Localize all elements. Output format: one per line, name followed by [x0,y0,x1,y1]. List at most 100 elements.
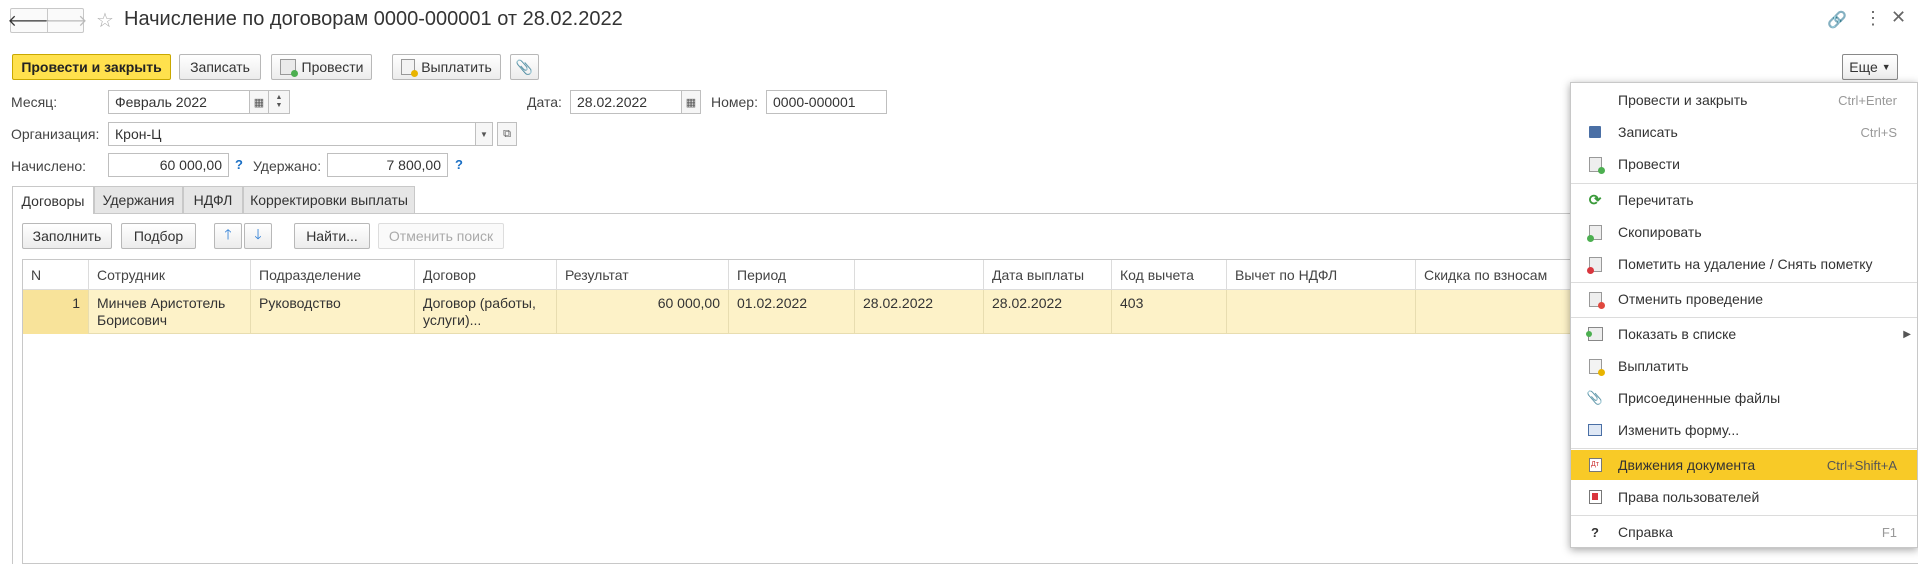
menu-item-unpost[interactable]: Отменить проведение [1571,284,1917,314]
page-title: Начисление по договорам 0000-000001 от 2… [124,8,623,30]
cancel-search-button[interactable]: Отменить поиск [378,223,504,249]
menu-item-reread[interactable]: ⟳ Перечитать [1571,185,1917,215]
tab-contracts[interactable]: Договоры [12,186,94,214]
menu-item-shortcut: F1 [1881,524,1897,540]
attach-button[interactable]: 📎 [510,54,539,80]
organization-open-button[interactable]: ⧉ [497,122,517,146]
paperclip-icon: 📎 [1586,390,1604,405]
close-icon[interactable]: ✕ [1891,7,1906,28]
cell-department[interactable]: Руководство [251,290,415,334]
col-period[interactable]: Период [729,260,855,290]
open-icon: ⧉ [503,127,511,140]
stepper-up-icon: ▲ [275,94,283,101]
calendar-icon: ▦ [685,96,697,109]
unpost-icon [1587,291,1605,309]
menu-separator [1571,282,1917,283]
menu-item-save[interactable]: Записать Ctrl+S [1571,117,1917,147]
withheld-help-icon[interactable]: ? [455,157,463,172]
col-period-end[interactable] [855,260,984,290]
cell-deduction-code[interactable]: 403 [1112,290,1227,334]
pay-icon [1587,358,1605,376]
menu-item-pay[interactable]: Выплатить [1571,351,1917,381]
col-ndfl-deduction[interactable]: Вычет по НДФЛ [1227,260,1416,290]
organization-field[interactable]: Крон-Ц [108,122,476,146]
menu-item-mark-delete[interactable]: Пометить на удаление / Снять пометку [1571,249,1917,279]
menu-item-post-and-close[interactable]: Провести и закрыть Ctrl+Enter [1571,85,1917,115]
col-result[interactable]: Результат [557,260,729,290]
tab-withholdings[interactable]: Удержания [94,186,183,213]
list-icon [1585,326,1603,342]
menu-item-label: Скопировать [1618,224,1702,240]
withheld-field: 7 800,00 [327,153,448,177]
date-field[interactable]: 28.02.2022 [570,90,682,114]
find-button[interactable]: Найти... [294,223,370,249]
cell-ndfl-deduction[interactable] [1227,290,1416,334]
pick-button[interactable]: Подбор [121,223,196,249]
menu-item-label: Права пользователей [1618,489,1760,505]
menu-item-label: Провести [1618,156,1680,172]
help-icon: ? [1591,524,1599,540]
more-button[interactable]: Еще ▼ [1842,54,1898,80]
post-icon [1587,156,1605,174]
refresh-icon: ⟳ [1588,192,1602,209]
pay-button[interactable]: Выплатить [392,54,501,80]
menu-item-show-in-list[interactable]: Показать в списке ▶ [1571,319,1917,349]
more-vertical-icon[interactable]: ⋮ [1864,8,1882,29]
cell-period[interactable]: 01.02.2022 [729,290,855,334]
organization-dropdown-button[interactable]: ▼ [475,122,493,146]
cell-employee[interactable]: Минчев Аристотель Борисович [89,290,251,334]
col-payment-date[interactable]: Дата выплаты [984,260,1112,290]
col-n[interactable]: N [23,260,89,290]
menu-item-document-movements[interactable]: Дт Движения документа Ctrl+Shift+A [1571,450,1917,480]
save-button[interactable]: Записать [179,54,261,80]
menu-item-change-form[interactable]: Изменить форму... [1571,415,1917,445]
month-field[interactable]: Февраль 2022 [108,90,250,114]
menu-item-help[interactable]: ? Справка F1 [1571,517,1917,547]
stepper-down-icon: ▼ [275,102,283,109]
accrued-label: Начислено: [11,158,87,174]
more-menu: Провести и закрыть Ctrl+Enter Записать C… [1570,82,1918,548]
tab-payment-corrections[interactable]: Корректировки выплаты [243,186,415,213]
copy-icon [1586,224,1603,242]
star-icon[interactable]: ☆ [96,8,114,33]
col-employee[interactable]: Сотрудник [89,260,251,290]
menu-item-copy[interactable]: Скопировать [1571,217,1917,247]
cell-payment-date[interactable]: 28.02.2022 [984,290,1112,334]
chevron-right-icon: ▶ [1903,328,1911,340]
menu-item-attached-files[interactable]: 📎 Присоединенные файлы [1571,383,1917,413]
number-field[interactable]: 0000-000001 [766,90,887,114]
cell-contract[interactable]: Договор (работы, услуги)... [415,290,557,334]
menu-item-shortcut: Ctrl+Shift+A [1826,457,1897,473]
col-deduction-code[interactable]: Код вычета [1112,260,1227,290]
movements-icon: Дт [1587,457,1603,473]
menu-item-post[interactable]: Провести [1571,149,1917,179]
link-icon[interactable]: 🔗 [1827,10,1847,30]
cell-n[interactable]: 1 [23,290,89,334]
menu-separator [1571,183,1917,184]
accrued-help-icon[interactable]: ? [235,157,243,172]
move-down-button[interactable]: 🡓 [244,223,272,249]
date-calendar-button[interactable]: ▦ [681,90,701,114]
paperclip-icon: 📎 [515,58,534,75]
menu-item-user-rights[interactable]: Права пользователей [1571,482,1917,512]
move-up-button[interactable]: 🡑 [214,223,242,249]
tab-ndfl[interactable]: НДФЛ [183,186,243,213]
calendar-button[interactable]: ▦ [249,90,269,114]
post-button-label: Провести [301,59,364,75]
cell-period-end[interactable]: 28.02.2022 [855,290,984,334]
back-button[interactable]: 🡐 [8,9,50,32]
withheld-label: Удержано: [253,158,322,174]
col-contract[interactable]: Договор [415,260,557,290]
arrow-right-icon: 🡒 [44,13,88,30]
number-label: Номер: [711,94,758,110]
fill-button[interactable]: Заполнить [22,223,112,249]
accrued-field: 60 000,00 [108,153,229,177]
month-stepper[interactable]: ▲ ▼ [268,90,290,114]
post-button[interactable]: Провести [271,54,372,80]
col-department[interactable]: Подразделение [251,260,415,290]
menu-item-label: Изменить форму... [1618,422,1740,438]
forward-button[interactable]: 🡒 [45,9,88,32]
post-and-close-button[interactable]: Провести и закрыть [12,54,171,80]
form-icon [1587,422,1603,438]
cell-result[interactable]: 60 000,00 [557,290,729,334]
